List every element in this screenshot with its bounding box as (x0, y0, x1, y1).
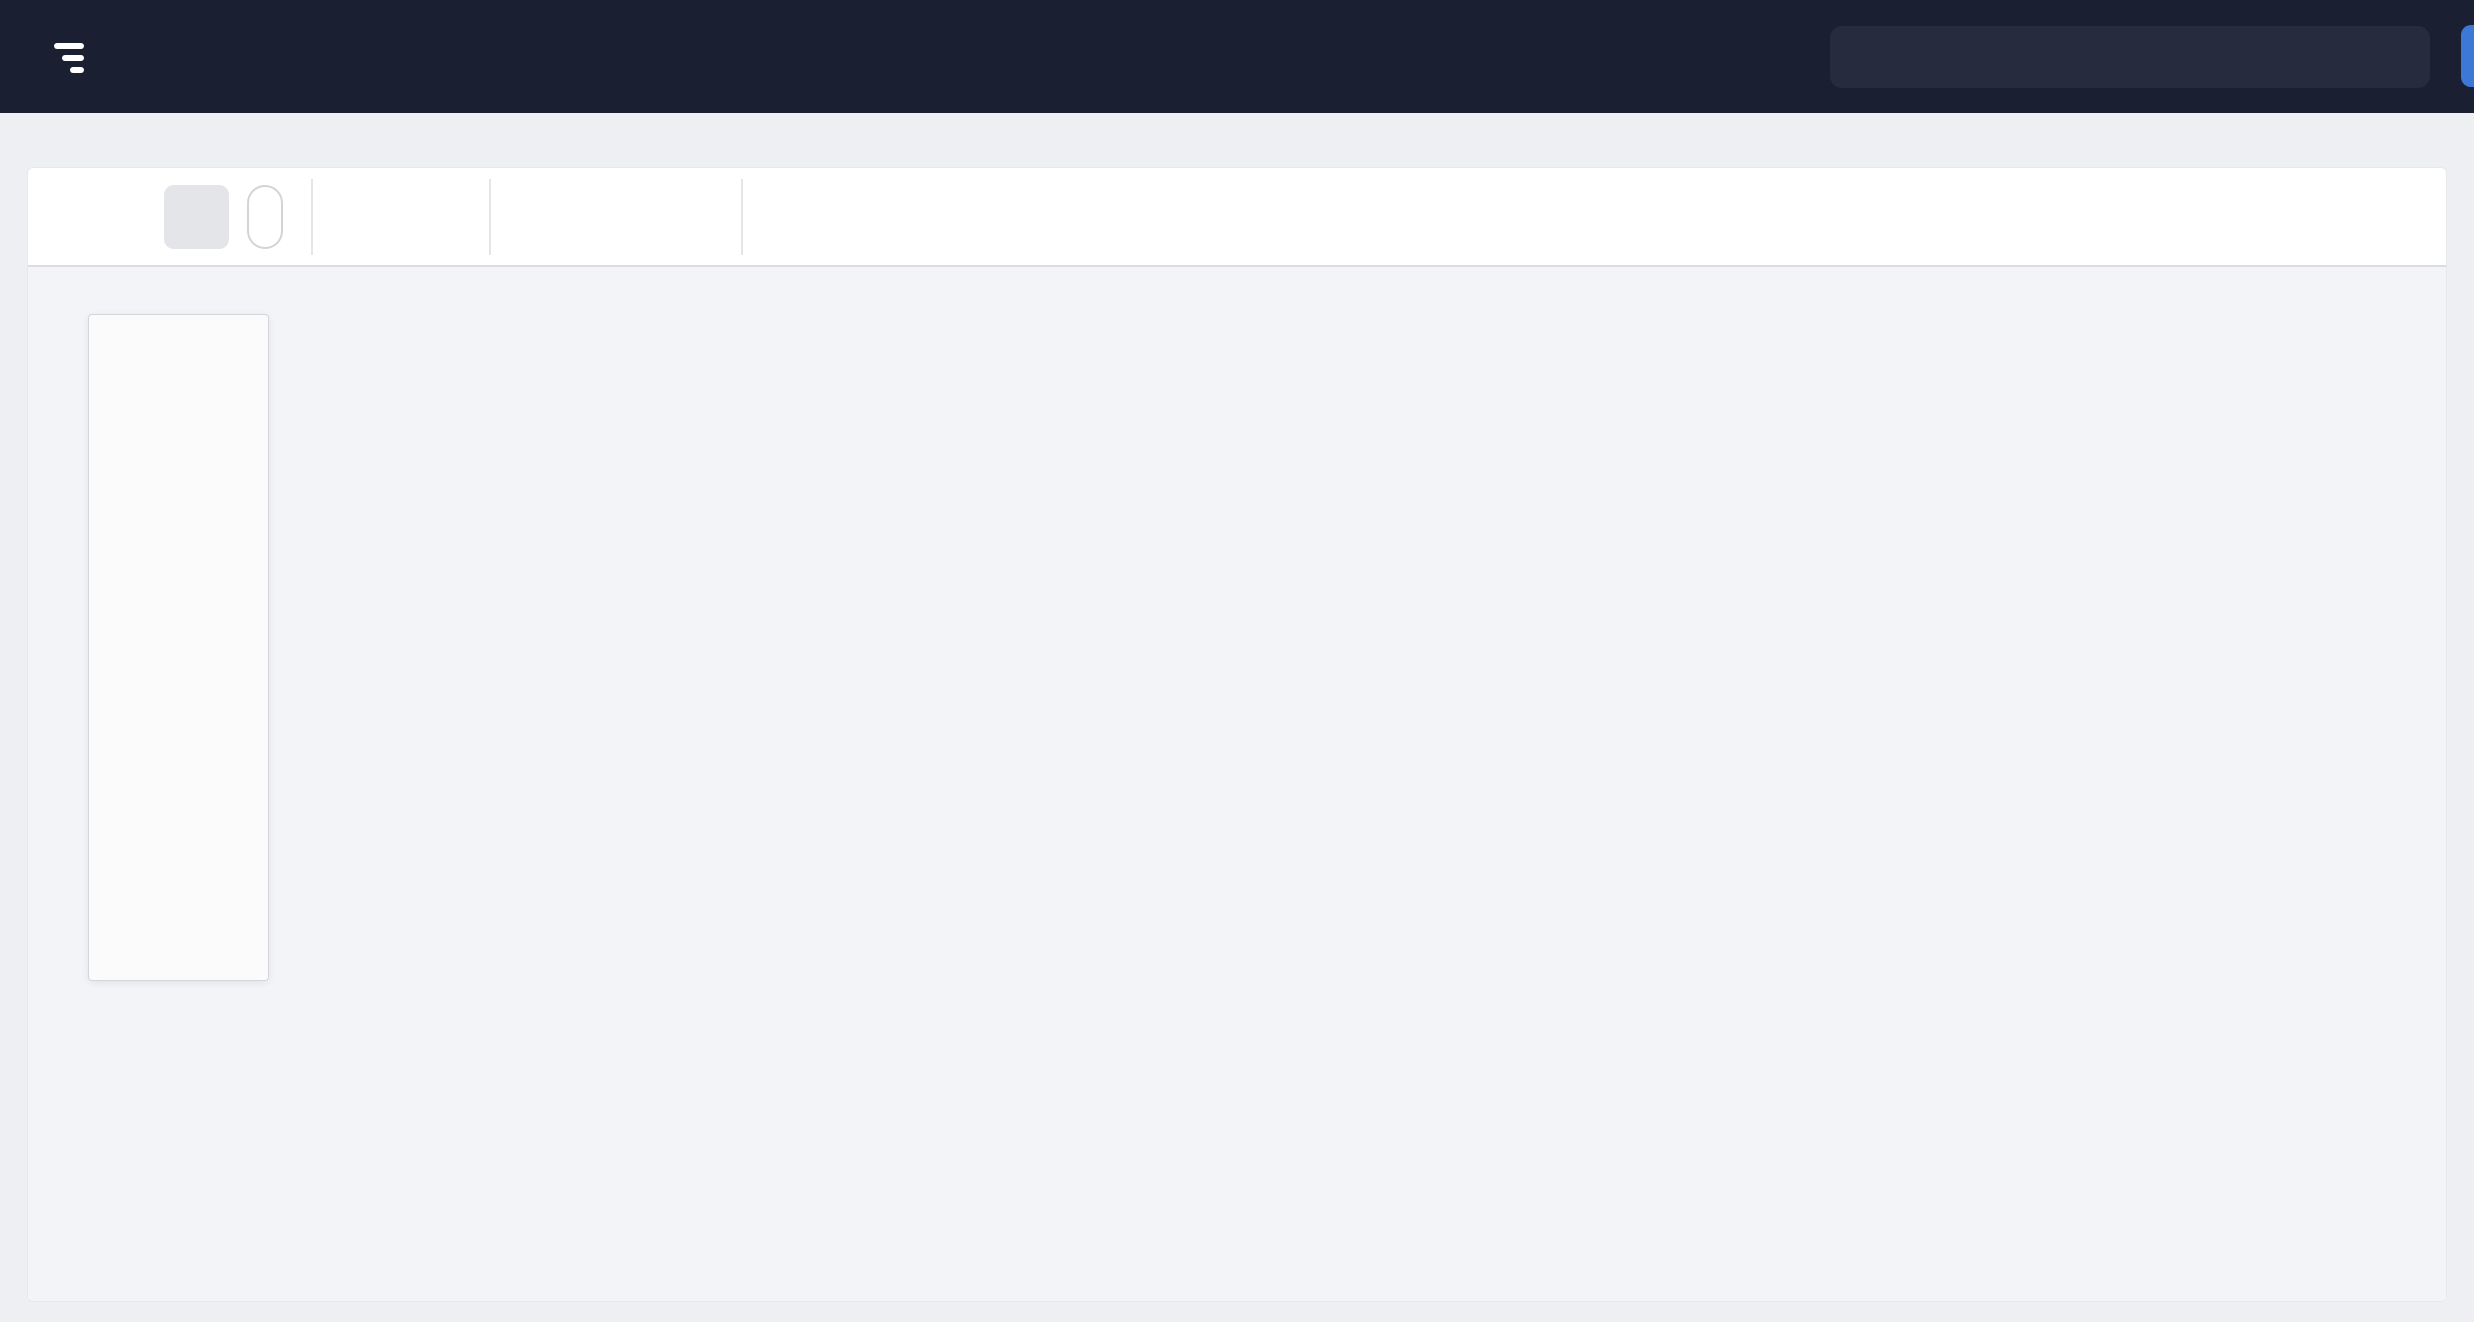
toolbar-divider (741, 179, 743, 255)
global-search[interactable] (1830, 26, 2430, 88)
toolbar-divider (311, 179, 313, 255)
search-input[interactable] (1867, 40, 2408, 74)
bpmn-canvas[interactable] (28, 267, 2446, 1301)
primary-action-button[interactable] (2461, 25, 2474, 87)
back-button[interactable] (90, 194, 136, 240)
fit-viewport-button[interactable] (667, 194, 713, 240)
download-button[interactable] (851, 194, 897, 240)
undo-button[interactable] (341, 194, 387, 240)
brand-logo[interactable] (54, 41, 91, 73)
version-badge[interactable] (247, 185, 283, 249)
top-navbar (0, 0, 2474, 113)
upload-button[interactable] (931, 194, 977, 240)
bpmn-diagram[interactable] (28, 267, 2446, 1301)
editor-toolbar (28, 168, 2446, 267)
editor-panel (27, 167, 2447, 1302)
toolbar-divider (489, 179, 491, 255)
bpmn-palette (88, 314, 269, 981)
speed-lines-decoration (54, 43, 84, 73)
zoom-out-button[interactable] (593, 194, 639, 240)
redo-button[interactable] (415, 194, 461, 240)
save-button[interactable] (164, 185, 229, 249)
zoom-in-button[interactable] (519, 194, 565, 240)
export-image-button[interactable] (771, 194, 817, 240)
